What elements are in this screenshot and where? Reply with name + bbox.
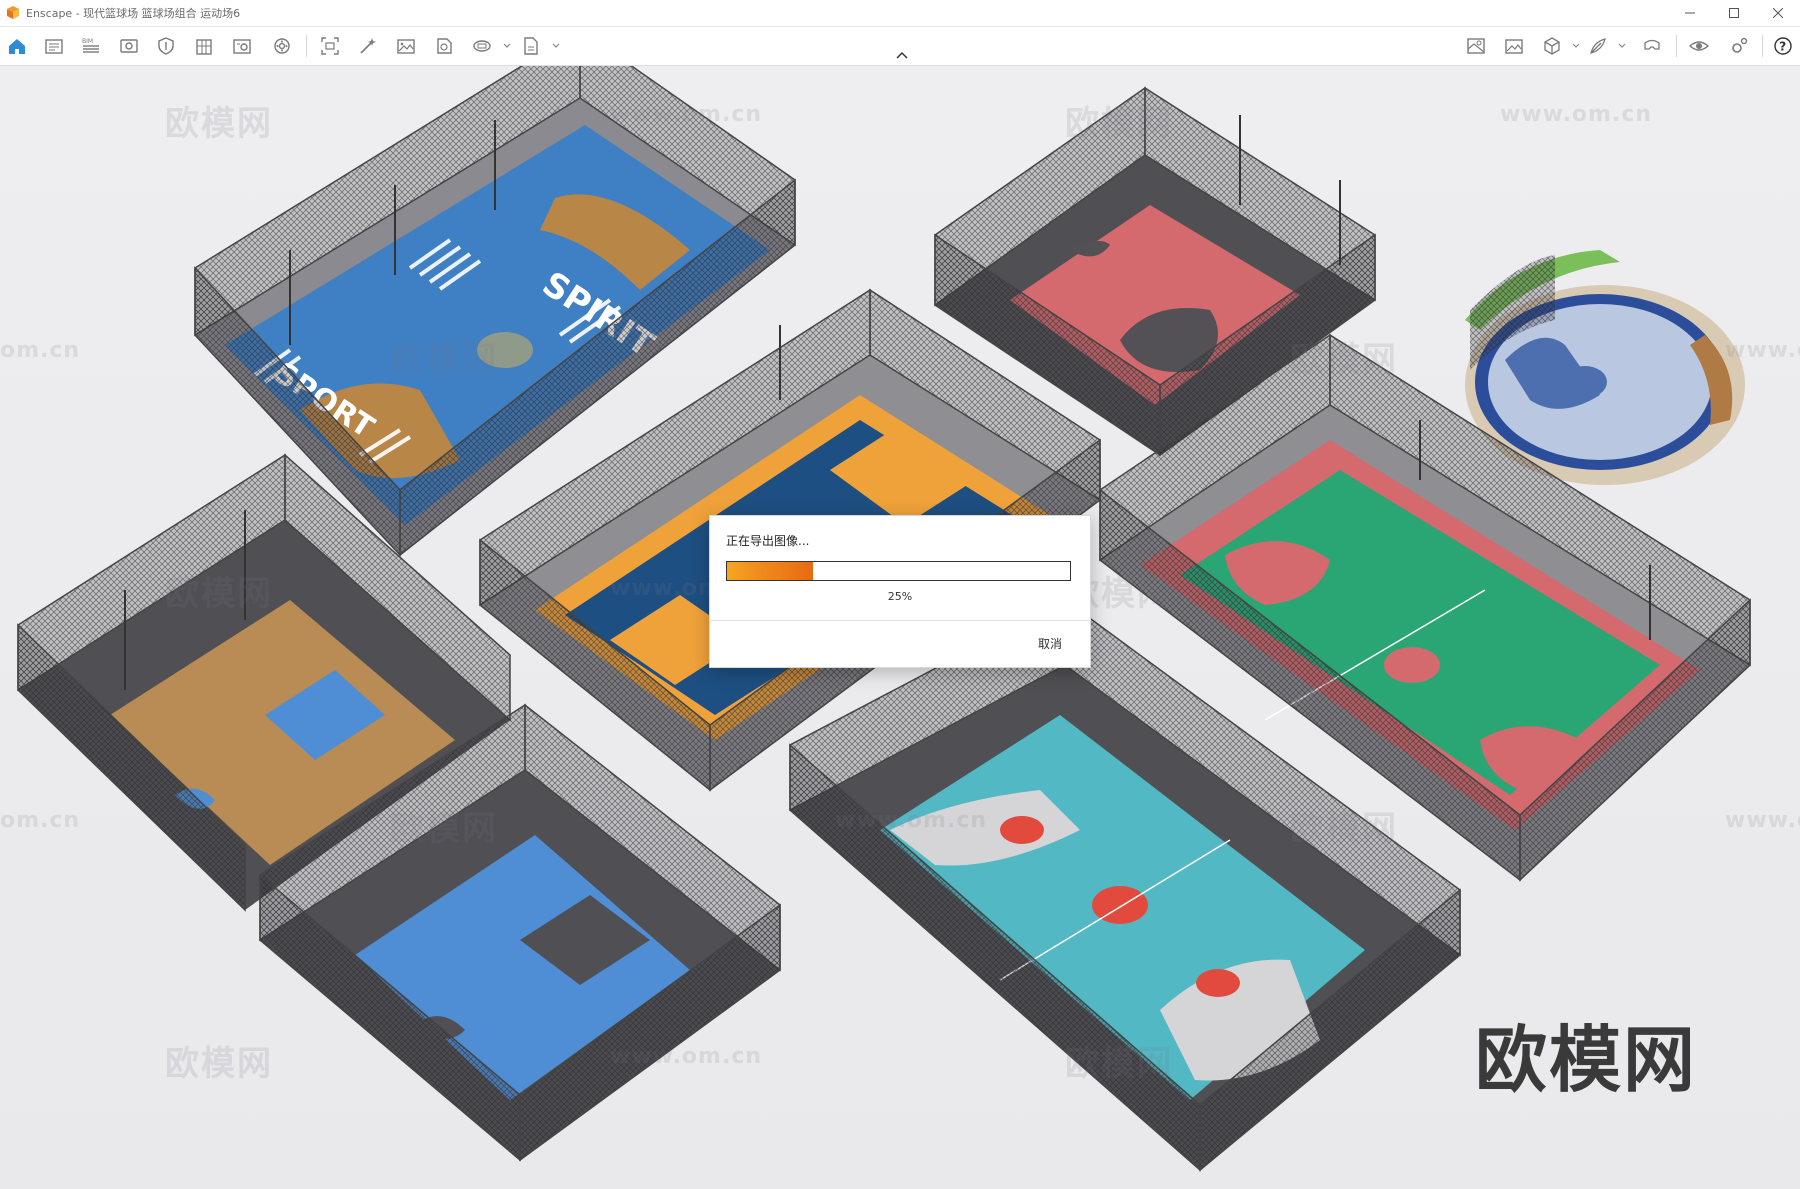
- dialog-divider: [710, 620, 1090, 621]
- bim-icon[interactable]: BIM: [80, 35, 102, 57]
- asset-library-icon[interactable]: [231, 35, 253, 57]
- views-icon[interactable]: [118, 35, 140, 57]
- toolbar: BIM ?: [0, 27, 1800, 66]
- maximize-icon[interactable]: [1712, 0, 1756, 26]
- image-export-icon[interactable]: [395, 35, 417, 57]
- collapse-toolbar-icon[interactable]: [895, 50, 909, 60]
- screenshot-icon[interactable]: [319, 35, 341, 57]
- close-icon[interactable]: [1756, 0, 1800, 26]
- toolbar-separator: [1762, 35, 1763, 57]
- title-bar: Enscape - 现代篮球场 篮球场组合 运动场6: [0, 0, 1800, 27]
- svg-text:?: ?: [1779, 40, 1786, 54]
- panorama-icon[interactable]: [471, 35, 493, 57]
- shield-icon[interactable]: [155, 35, 177, 57]
- enscape-logo-icon: [7, 6, 19, 19]
- settings-wheel-icon[interactable]: [271, 35, 293, 57]
- building-icon[interactable]: [193, 35, 215, 57]
- map-icon[interactable]: [1465, 35, 1487, 57]
- svg-text:BIM: BIM: [82, 38, 93, 45]
- batch-render-icon[interactable]: [433, 35, 455, 57]
- progress-bar: [726, 561, 1071, 581]
- eye-icon[interactable]: [1688, 35, 1710, 57]
- export-progress-dialog: 正在导出图像... 25% 取消: [709, 515, 1091, 668]
- chevron-down-icon[interactable]: [1572, 42, 1580, 50]
- home-icon[interactable]: [6, 35, 28, 57]
- progress-percent: 25%: [887, 590, 913, 603]
- window-title: Enscape - 现代篮球场 篮球场组合 运动场6: [26, 7, 241, 20]
- minimize-icon[interactable]: [1668, 0, 1712, 26]
- progress-fill: [727, 562, 813, 580]
- chevron-down-icon[interactable]: [503, 42, 511, 50]
- help-icon[interactable]: ?: [1772, 35, 1794, 57]
- dialog-title: 正在导出图像...: [726, 534, 810, 548]
- chevron-down-icon[interactable]: [1618, 42, 1626, 50]
- cancel-button[interactable]: 取消: [1038, 635, 1062, 652]
- magic-wand-icon[interactable]: [357, 35, 379, 57]
- image-icon[interactable]: [1503, 35, 1525, 57]
- feather-icon[interactable]: [1587, 35, 1609, 57]
- export-file-icon[interactable]: [520, 35, 542, 57]
- toolbar-separator: [306, 35, 307, 57]
- video-editor-icon[interactable]: [43, 35, 65, 57]
- toolbar-separator: [1676, 35, 1677, 57]
- cube-icon[interactable]: [1541, 35, 1563, 57]
- chevron-down-icon[interactable]: [552, 42, 560, 50]
- vr-headset-icon[interactable]: [1641, 35, 1663, 57]
- gear-icon[interactable]: [1728, 35, 1750, 57]
- watermark-large-logo: 欧模网: [1475, 1018, 1698, 1102]
